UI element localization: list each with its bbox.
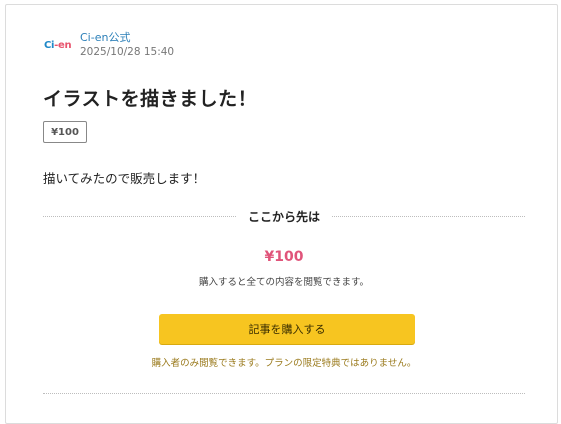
price-badge: ¥100 (43, 121, 87, 143)
author-link[interactable]: Ci-en公式 (80, 30, 174, 45)
post-title: イラストを描きました！ (43, 88, 258, 110)
divider-line-left (43, 215, 236, 217)
post-date: 2025/10/28 15:40 (80, 46, 175, 58)
ci-en-logo[interactable]: Ci -en (44, 34, 72, 56)
paywall-divider-label: ここから先は (248, 209, 321, 224)
paywall-price: ¥100 (264, 249, 304, 265)
purchase-section: ¥100 購入すると全ての内容を閲覧できます。 (43, 245, 525, 288)
paywall-divider: ここから先は (43, 206, 526, 226)
divider-line-right (332, 215, 526, 217)
paywall-description: 購入すると全ての内容を閲覧できます。 (198, 277, 370, 288)
logo-text-en: -en (54, 39, 72, 51)
post-meta: Ci-en公式 2025/10/28 15:40 (80, 30, 174, 60)
purchase-note: 購入者のみ閲覧できます。プランの限定特典ではありません。 (151, 358, 417, 369)
bottom-divider (43, 393, 525, 394)
post-body: 描いてみたので販売します！ (43, 171, 206, 186)
logo-text-ci: Ci (44, 39, 55, 51)
post-card: Ci -en Ci-en公式 2025/10/28 15:40 イラストを描きまし… (5, 4, 558, 424)
post-header: Ci -en Ci-en公式 2025/10/28 15:40 (44, 30, 174, 60)
buy-article-button[interactable]: 記事を購入する (159, 314, 415, 344)
